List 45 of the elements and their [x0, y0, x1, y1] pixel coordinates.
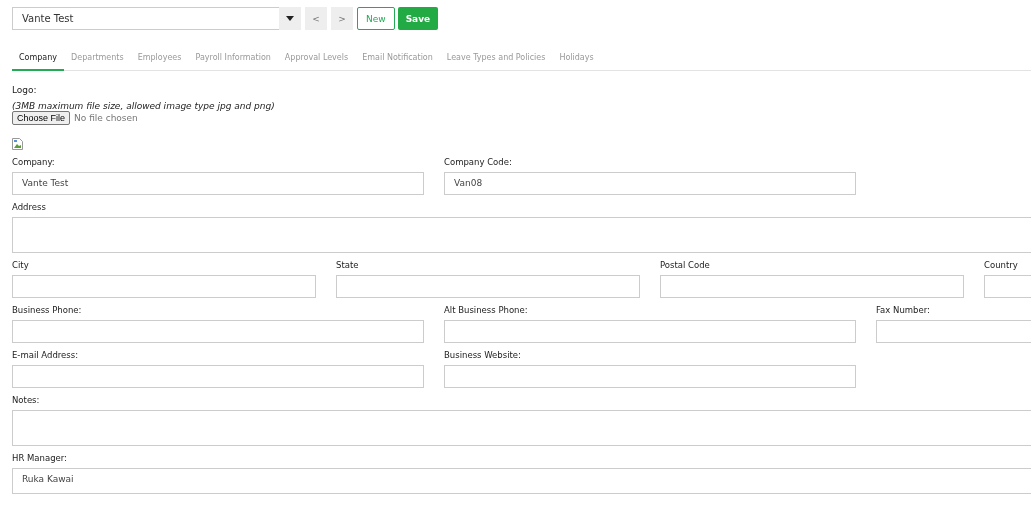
tab[interactable]: Holidays [552, 49, 601, 71]
field-label: HR Manager: [12, 453, 68, 463]
save-button[interactable]: Save [397, 7, 439, 30]
new-button[interactable]: New [357, 7, 395, 30]
field-label: Company: [12, 157, 56, 167]
input-field[interactable] [12, 275, 316, 298]
tab[interactable]: Employees [130, 49, 189, 71]
tab[interactable]: Leave Types and Policies [439, 49, 553, 71]
field-label: Country [984, 260, 1019, 270]
field-label: Company Code: [444, 157, 513, 167]
field-label: Alt Business Phone: [444, 305, 529, 315]
field-label: Business Phone: [12, 305, 83, 315]
file-hint: (3MB maximum file size, allowed image type jpg and png) [12, 101, 275, 111]
input-field[interactable] [444, 365, 856, 388]
file-status: No file chosen [74, 113, 138, 123]
input-field[interactable] [660, 275, 964, 298]
field-label: Postal Code [660, 260, 711, 270]
field-label: Business Website: [444, 350, 522, 360]
caret-icon [286, 16, 294, 21]
logo-label: Logo: [12, 85, 37, 95]
input-field[interactable] [336, 275, 640, 298]
previous-button[interactable]: < [305, 7, 327, 30]
field-label: State [336, 260, 360, 270]
tab[interactable]: Email Notification [355, 49, 440, 71]
next-button[interactable]: > [331, 7, 353, 30]
tab[interactable]: Approval Levels [277, 49, 356, 71]
tab[interactable]: Payroll Information [188, 49, 278, 71]
broken-image-icon [12, 138, 23, 150]
field-label: Notes: [12, 395, 41, 405]
field-label: City [12, 260, 30, 270]
choose-file-button[interactable]: Choose File [12, 111, 71, 125]
tab[interactable]: Company [12, 49, 65, 71]
tab[interactable]: Departments [64, 49, 131, 71]
record-select[interactable]: Vante Test [12, 7, 301, 30]
text-area[interactable] [12, 410, 1031, 446]
input-field[interactable]: Van08 [444, 172, 856, 195]
field-label: E-mail Address: [12, 350, 80, 360]
input-field[interactable]: Ruka Kawai [12, 468, 1031, 494]
field-label: Fax Number: [876, 305, 931, 315]
input-field[interactable] [12, 320, 424, 343]
field-label: Address [12, 202, 47, 212]
input-field[interactable] [12, 365, 424, 388]
input-field[interactable] [444, 320, 856, 343]
text-area[interactable] [12, 217, 1031, 253]
input-field[interactable]: Vante Test [12, 172, 424, 195]
